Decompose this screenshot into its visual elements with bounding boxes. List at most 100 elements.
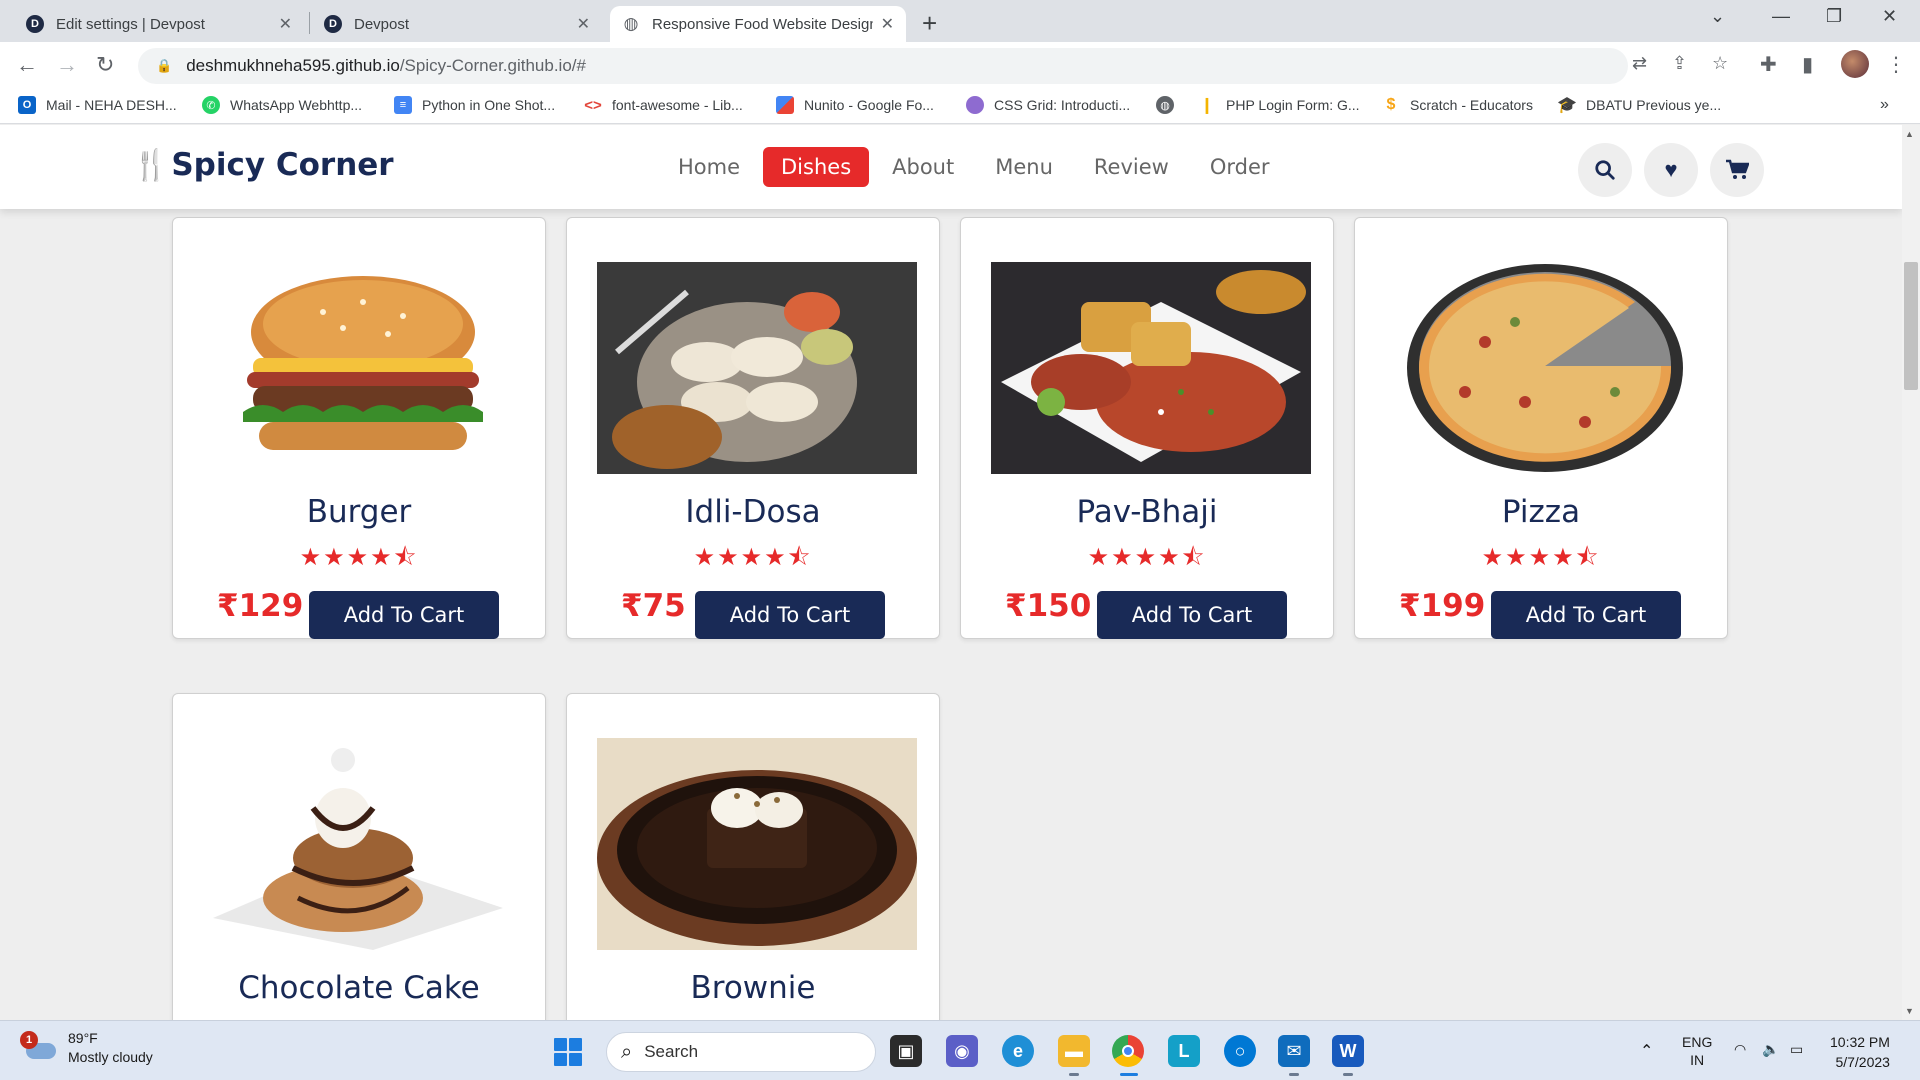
word-icon[interactable]: W xyxy=(1332,1035,1364,1067)
dish-card-idli-dosa: Idli-Dosa ★★★★⯪ ₹75 Add To Cart xyxy=(566,217,940,639)
close-icon[interactable]: ✕ xyxy=(577,14,590,34)
tab-responsive-food-website[interactable]: ◍ Responsive Food Website Design ✕ xyxy=(610,6,906,42)
bookmark-label: WhatsApp Webhttp... xyxy=(230,97,363,113)
add-to-cart-button[interactable]: Add To Cart xyxy=(1491,591,1681,639)
wifi-icon[interactable]: ◠ xyxy=(1734,1041,1746,1058)
utensils-icon: 🍴 xyxy=(132,147,170,183)
cortana-icon[interactable]: ○ xyxy=(1224,1035,1256,1067)
address-bar[interactable]: 🔒 deshmukhneha595.github.io/Spicy-Corner… xyxy=(138,48,1628,84)
tab-title: Edit settings | Devpost xyxy=(56,15,205,33)
add-to-cart-button[interactable]: Add To Cart xyxy=(309,591,499,639)
page-scrollbar-thumb[interactable] xyxy=(1904,262,1918,390)
search-label: Search xyxy=(644,1042,699,1061)
tab-search-chevron-icon[interactable]: ⌄ xyxy=(1710,6,1725,27)
bookmark-label: Nunito - Google Fo... xyxy=(804,97,934,113)
idli-dosa-image xyxy=(597,262,917,474)
bookmark-globe[interactable]: ◍ xyxy=(1156,96,1184,114)
nav-review[interactable]: Review xyxy=(1076,147,1187,187)
volume-icon[interactable]: 🔈 xyxy=(1762,1041,1779,1058)
bookmark-php-login[interactable]: ❙ PHP Login Form: G... xyxy=(1198,96,1359,114)
file-explorer-icon[interactable]: ▬ xyxy=(1058,1035,1090,1067)
bookmark-dbatu[interactable]: 🎓 DBATU Previous ye... xyxy=(1557,96,1722,114)
side-panel-icon[interactable]: ▮ xyxy=(1802,52,1813,77)
taskbar-search[interactable]: ⌕ Search xyxy=(606,1032,876,1072)
share-icon[interactable]: ⇪ xyxy=(1672,53,1687,74)
region-code: IN xyxy=(1690,1052,1705,1068)
bookmark-mail[interactable]: O Mail - NEHA DESH... xyxy=(18,96,177,114)
battery-icon[interactable]: ▭ xyxy=(1790,1041,1803,1058)
scroll-up-arrow-icon[interactable]: ▲ xyxy=(1905,129,1914,139)
windows-taskbar: 1 89°F Mostly cloudy ⌕ Search ▣ ◉ e ▬ L … xyxy=(0,1020,1920,1080)
devpost-favicon-icon: D xyxy=(26,15,44,33)
dish-card-burger: Burger ★★★★⯪ ₹129 Add To Cart xyxy=(172,217,546,639)
dish-card-pav-bhaji: Pav-Bhaji ★★★★⯪ ₹150 Add To Cart xyxy=(960,217,1334,639)
new-tab-button[interactable]: + xyxy=(922,8,937,39)
restore-button[interactable]: ❐ xyxy=(1826,6,1842,27)
url-path: /Spicy-Corner.github.io/# xyxy=(399,56,586,75)
forward-arrow-icon[interactable]: → xyxy=(56,52,78,78)
dish-name: Idli-Dosa xyxy=(685,494,821,530)
add-to-cart-button[interactable]: Add To Cart xyxy=(695,591,885,639)
google-fonts-icon xyxy=(776,96,794,114)
tab-devpost[interactable]: D Devpost ✕ xyxy=(312,6,602,42)
nav-dishes[interactable]: Dishes xyxy=(763,147,870,187)
teams-chat-icon[interactable]: ◉ xyxy=(946,1035,978,1067)
browser-tab-strip: D Edit settings | Devpost ✕ D Devpost ✕ … xyxy=(0,0,1920,42)
l-app-icon[interactable]: L xyxy=(1168,1035,1200,1067)
profile-avatar[interactable] xyxy=(1841,50,1869,78)
add-to-cart-button[interactable]: Add To Cart xyxy=(1097,591,1287,639)
mail-icon[interactable]: ✉ xyxy=(1278,1035,1310,1067)
bookmark-nunito[interactable]: Nunito - Google Fo... xyxy=(776,96,934,114)
page-scrollbar-track[interactable] xyxy=(1902,125,1920,1020)
app-running-indicator xyxy=(1289,1073,1299,1076)
close-icon[interactable]: ✕ xyxy=(279,14,292,34)
nav-about[interactable]: About xyxy=(874,147,972,187)
bookmark-font-awesome[interactable]: <> font-awesome - Lib... xyxy=(584,96,743,114)
docs-icon: ≡ xyxy=(394,96,412,114)
back-arrow-icon[interactable]: ← xyxy=(16,52,38,78)
search-icon[interactable] xyxy=(1578,143,1632,197)
bookmark-star-icon[interactable]: ☆ xyxy=(1712,53,1728,74)
bookmarks-overflow-button[interactable]: » xyxy=(1880,96,1889,114)
translate-icon[interactable]: ⇄ xyxy=(1632,53,1647,74)
dish-card-chocolate-cake: Chocolate Cake xyxy=(172,693,546,1020)
tab-title: Responsive Food Website Design xyxy=(652,15,873,33)
minimize-button[interactable]: — xyxy=(1772,6,1790,27)
weather-widget[interactable]: 1 89°F Mostly cloudy xyxy=(20,1029,153,1067)
nav-menu[interactable]: Menu xyxy=(977,147,1071,187)
bookmark-whatsapp[interactable]: ✆ WhatsApp Webhttp... xyxy=(202,96,362,114)
show-hidden-icons-chevron-icon[interactable]: ⌃ xyxy=(1640,1041,1653,1061)
dish-card-brownie: Brownie xyxy=(566,693,940,1020)
more-menu-icon[interactable]: ⋮ xyxy=(1886,52,1906,77)
heart-icon[interactable]: ♥ xyxy=(1644,143,1698,197)
windows-start-button[interactable] xyxy=(554,1038,582,1066)
app-running-indicator xyxy=(1343,1073,1353,1076)
nav-home[interactable]: Home xyxy=(660,147,758,187)
tab-edit-settings[interactable]: D Edit settings | Devpost ✕ xyxy=(14,6,304,42)
avatar-icon xyxy=(966,96,984,114)
extensions-puzzle-icon[interactable]: ✚ xyxy=(1760,52,1777,77)
lock-icon: 🔒 xyxy=(156,58,173,73)
code-brackets-icon: <> xyxy=(584,96,602,114)
bookmark-scratch[interactable]: $ Scratch - Educators xyxy=(1382,96,1533,114)
close-icon[interactable]: ✕ xyxy=(881,14,894,34)
reload-icon[interactable]: ↻ xyxy=(96,52,114,78)
system-clock[interactable]: 10:32 PM 5/7/2023 xyxy=(1830,1032,1890,1072)
cart-icon[interactable] xyxy=(1710,143,1764,197)
chrome-icon[interactable] xyxy=(1112,1035,1144,1067)
bookmark-label: DBATU Previous ye... xyxy=(1586,97,1722,113)
bookmark-label: Mail - NEHA DESH... xyxy=(46,97,177,113)
language-indicator[interactable]: ENG IN xyxy=(1682,1033,1712,1069)
window-close-button[interactable]: ✕ xyxy=(1882,6,1897,27)
nav-order[interactable]: Order xyxy=(1192,147,1288,187)
bookmark-python[interactable]: ≡ Python in One Shot... xyxy=(394,96,555,114)
language-code: ENG xyxy=(1682,1034,1713,1050)
edge-icon[interactable]: e xyxy=(1002,1035,1034,1067)
brownie-image xyxy=(597,738,917,950)
cloud-icon: 1 xyxy=(20,1031,56,1061)
site-logo[interactable]: 🍴 Spicy Corner xyxy=(132,147,394,183)
whatsapp-icon: ✆ xyxy=(202,96,220,114)
bookmark-css-grid[interactable]: CSS Grid: Introducti... xyxy=(966,96,1130,114)
scroll-down-arrow-icon[interactable]: ▼ xyxy=(1905,1006,1914,1016)
task-view-icon[interactable]: ▣ xyxy=(890,1035,922,1067)
